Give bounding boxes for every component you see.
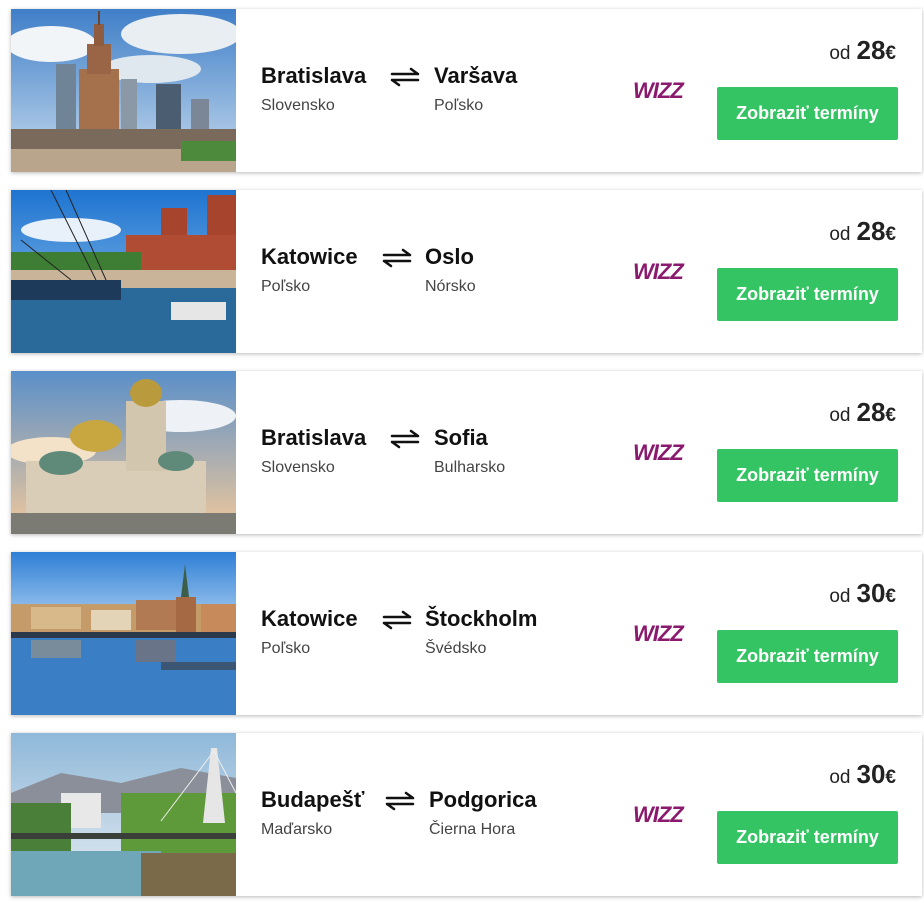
- destination-city: Sofia: [434, 425, 488, 450]
- origin-city: Katowice: [261, 244, 358, 269]
- wizz-air-logo: WIZZ: [633, 78, 686, 103]
- destination-photo[interactable]: [11, 371, 236, 534]
- svg-text:WIZZ: WIZZ: [633, 78, 685, 103]
- svg-text:WIZZ: WIZZ: [633, 259, 685, 284]
- destination-city: Varšava: [434, 63, 518, 88]
- bidirectional-arrow-icon: [382, 248, 412, 268]
- bidirectional-arrow-icon: [390, 429, 420, 449]
- price-value: 28: [856, 216, 886, 246]
- currency: €: [885, 405, 896, 426]
- bidirectional-arrow-icon: [382, 610, 412, 630]
- destination-photo[interactable]: [11, 552, 236, 715]
- route-card[interactable]: Bratislava Slovensko Varšava Poľsko WIZZ…: [11, 9, 922, 172]
- sofia-cathedral-photo: [11, 371, 236, 534]
- wizz-air-logo: WIZZ: [633, 440, 686, 465]
- destination-country: Švédsko: [425, 640, 487, 657]
- show-dates-button[interactable]: Zobraziť termíny: [717, 449, 898, 502]
- origin-city: Bratislava: [261, 63, 367, 88]
- price-value: 30: [856, 578, 886, 608]
- destination-city: Podgorica: [429, 787, 537, 812]
- price: od 28€: [829, 216, 896, 247]
- price: od 28€: [829, 35, 896, 66]
- price: od 30€: [829, 759, 896, 790]
- route-card[interactable]: Katowice Poľsko Štockholm Švédsko WIZZ o…: [11, 552, 922, 715]
- origin-country: Slovensko: [261, 459, 335, 476]
- stockholm-waterfront-photo: [11, 552, 236, 715]
- currency: €: [885, 43, 896, 64]
- currency: €: [885, 767, 896, 788]
- origin-country: Poľsko: [261, 278, 311, 295]
- price-prefix: od: [829, 586, 851, 607]
- price-value: 30: [856, 759, 886, 789]
- price-prefix: od: [829, 405, 851, 426]
- svg-text:WIZZ: WIZZ: [633, 440, 685, 465]
- show-dates-button[interactable]: Zobraziť termíny: [717, 268, 898, 321]
- warsaw-palace-of-culture-photo: [11, 9, 236, 172]
- show-dates-button[interactable]: Zobraziť termíny: [717, 630, 898, 683]
- price: od 30€: [829, 578, 896, 609]
- destination-country: Bulharsko: [434, 459, 506, 476]
- destination-photo[interactable]: [11, 9, 236, 172]
- svg-text:WIZZ: WIZZ: [633, 802, 685, 827]
- price-prefix: od: [829, 43, 851, 64]
- wizz-air-logo: WIZZ: [633, 621, 686, 646]
- destination-city: Štockholm: [425, 606, 538, 631]
- show-dates-button[interactable]: Zobraziť termíny: [717, 811, 898, 864]
- wizz-air-logo: WIZZ: [633, 802, 686, 827]
- destination-country: Nórsko: [425, 278, 476, 295]
- bidirectional-arrow-icon: [385, 791, 415, 811]
- price: od 28€: [829, 397, 896, 428]
- route-card[interactable]: Bratislava Slovensko Sofia Bulharsko WIZ…: [11, 371, 922, 534]
- destination-photo[interactable]: [11, 190, 236, 353]
- route-card[interactable]: Katowice Poľsko Oslo Nórsko WIZZ od 28€ Z…: [11, 190, 922, 353]
- origin-city: Bratislava: [261, 425, 367, 450]
- origin-country: Maďarsko: [261, 821, 333, 838]
- origin-city: Budapešť: [261, 787, 365, 812]
- currency: €: [885, 586, 896, 607]
- podgorica-bridge-photo: [11, 733, 236, 896]
- destination-photo[interactable]: [11, 733, 236, 896]
- price-value: 28: [856, 397, 886, 427]
- destination-country: Poľsko: [434, 97, 484, 114]
- svg-text:WIZZ: WIZZ: [633, 621, 685, 646]
- price-prefix: od: [829, 224, 851, 245]
- oslo-harbour-photo: [11, 190, 236, 353]
- route-card[interactable]: Budapešť Maďarsko Podgorica Čierna Hora …: [11, 733, 922, 896]
- destination-country: Čierna Hora: [429, 821, 516, 838]
- origin-country: Slovensko: [261, 97, 335, 114]
- price-prefix: od: [829, 767, 851, 788]
- wizz-air-logo: WIZZ: [633, 259, 686, 284]
- origin-city: Katowice: [261, 606, 358, 631]
- destination-city: Oslo: [425, 244, 474, 269]
- price-value: 28: [856, 35, 886, 65]
- show-dates-button[interactable]: Zobraziť termíny: [717, 87, 898, 140]
- origin-country: Poľsko: [261, 640, 311, 657]
- currency: €: [885, 224, 896, 245]
- bidirectional-arrow-icon: [390, 67, 420, 87]
